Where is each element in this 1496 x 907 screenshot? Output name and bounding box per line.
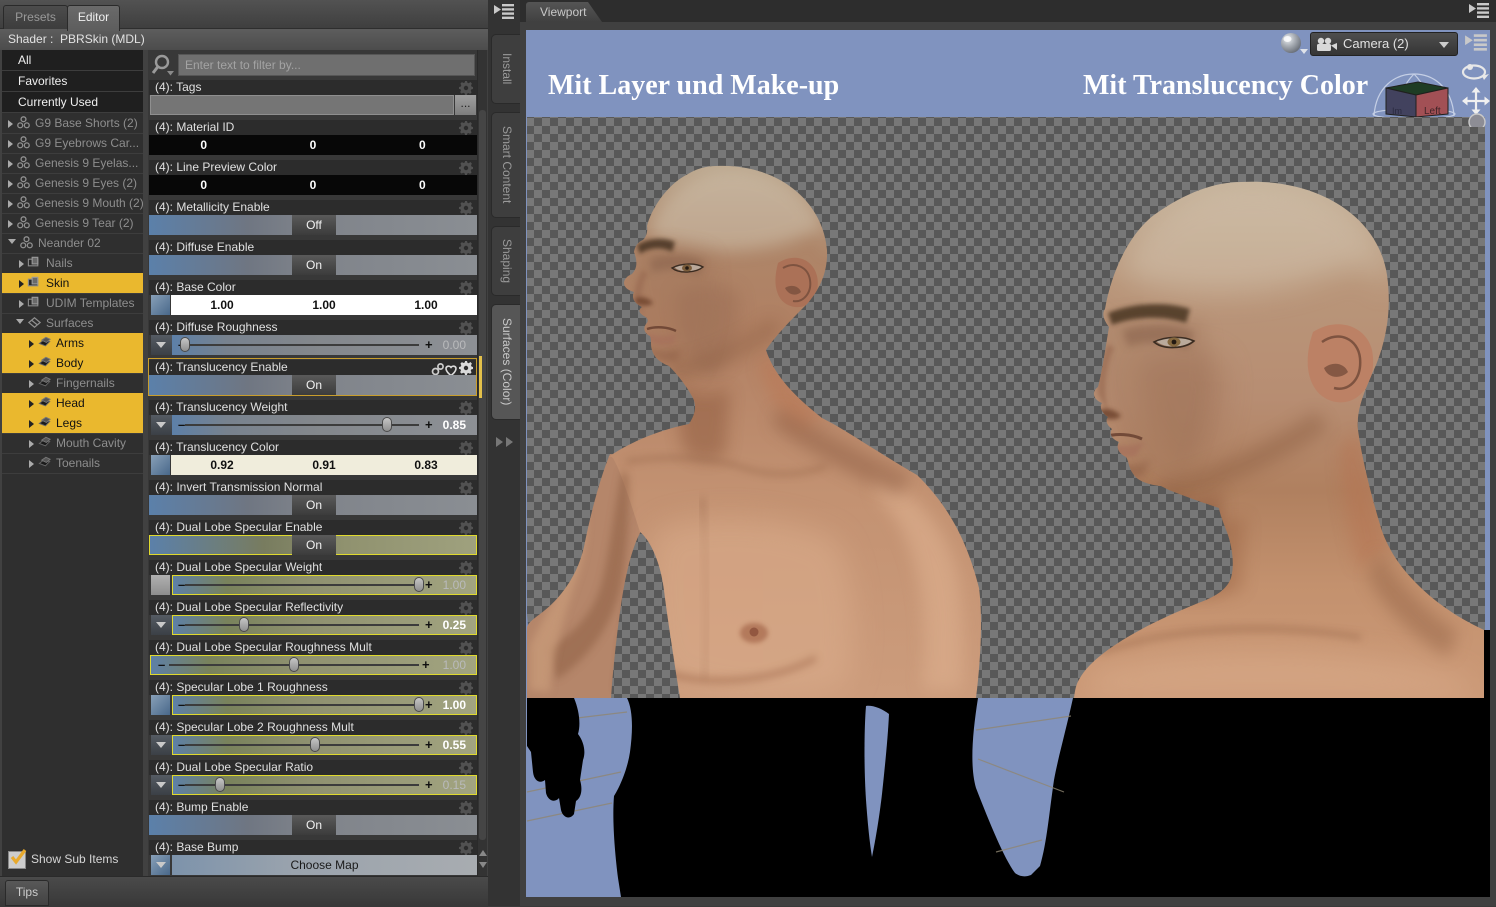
svg-text:Im: Im [1392, 106, 1402, 116]
svg-text:Left: Left [1424, 106, 1441, 117]
